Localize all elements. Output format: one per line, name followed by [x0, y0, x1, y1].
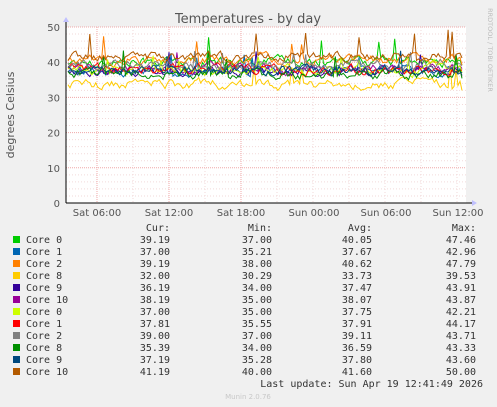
- y-tick-label: 0: [54, 199, 60, 210]
- legend-value: 34.00: [242, 283, 272, 294]
- side-watermark: RRDTOOL / TOBI OETIKER: [486, 8, 494, 92]
- plot-area: [66, 27, 466, 203]
- legend-value: 35.00: [242, 295, 272, 306]
- legend-swatch: [13, 260, 20, 267]
- legend-value: 37.00: [242, 235, 272, 246]
- legend-value: 37.00: [242, 331, 272, 342]
- x-tick-label: Sun 00:00: [288, 208, 339, 219]
- legend-value: 35.00: [242, 307, 272, 318]
- legend-value: 42.21: [446, 307, 476, 318]
- x-tick-label: Sat 18:00: [217, 208, 265, 219]
- legend-series-name: Core 0: [26, 307, 62, 318]
- last-update-text: Last update: Sun Apr 19 12:41:49 2026: [260, 379, 483, 390]
- legend-value: 34.00: [242, 343, 272, 354]
- legend-swatch: [13, 296, 20, 303]
- y-axis-label: degrees Celsius: [4, 71, 17, 158]
- legend-value: 40.05: [342, 235, 372, 246]
- x-tick-label: Sun 06:00: [360, 208, 411, 219]
- legend-series-name: Core 9: [26, 355, 62, 366]
- legend-value: 43.91: [446, 283, 476, 294]
- legend-swatch: [13, 284, 20, 291]
- legend-value: 39.11: [342, 331, 372, 342]
- legend-value: 35.21: [242, 247, 272, 258]
- legend-value: 43.87: [446, 295, 476, 306]
- legend-value: 37.00: [140, 307, 170, 318]
- legend-value: 36.19: [140, 283, 170, 294]
- legend-swatch: [13, 356, 20, 363]
- legend-swatch: [13, 344, 20, 351]
- legend-value: 37.19: [140, 355, 170, 366]
- legend-value: 39.19: [140, 235, 170, 246]
- legend-series-name: Core 1: [26, 247, 62, 258]
- legend-swatch: [13, 248, 20, 255]
- legend-swatch: [13, 368, 20, 375]
- temperature-chart: 0 10 20 30 40 50 Sat 06:00 Sat 12:00 Sat 18:00 S…: [0, 0, 497, 407]
- legend-series-name: Core 9: [26, 283, 62, 294]
- legend-value: 30.29: [242, 271, 272, 282]
- legend-value: 47.79: [446, 259, 476, 270]
- legend-series-name: Core 8: [26, 271, 62, 282]
- y-tick-label: 50: [47, 23, 60, 34]
- legend-value: 39.00: [140, 331, 170, 342]
- legend-value: 40.00: [242, 367, 272, 378]
- legend-series-name: Core 2: [26, 259, 62, 270]
- legend-value: 33.73: [342, 271, 372, 282]
- legend-value: 47.46: [446, 235, 476, 246]
- legend-header: Avg:: [348, 223, 372, 234]
- legend-value: 38.07: [342, 295, 372, 306]
- legend-series-name: Core 10: [26, 367, 68, 378]
- y-tick-label: 30: [47, 93, 60, 104]
- legend-value: 44.17: [446, 319, 476, 330]
- legend-value: 43.71: [446, 331, 476, 342]
- legend-value: 43.33: [446, 343, 476, 354]
- x-tick-label: Sat 12:00: [145, 208, 193, 219]
- legend-value: 40.62: [342, 259, 372, 270]
- legend-value: 41.19: [140, 367, 170, 378]
- legend-series-name: Core 2: [26, 331, 62, 342]
- legend-value: 37.00: [140, 247, 170, 258]
- legend-swatch: [13, 332, 20, 339]
- munin-version-footer: Munin 2.0.76: [225, 393, 271, 401]
- legend-series-name: Core 1: [26, 319, 62, 330]
- legend-series-name: Core 8: [26, 343, 62, 354]
- legend-value: 42.96: [446, 247, 476, 258]
- chart-title: Temperatures - by day: [174, 12, 321, 27]
- legend-series-name: Core 10: [26, 295, 68, 306]
- legend-value: 35.55: [242, 319, 272, 330]
- legend-swatch: [13, 272, 20, 279]
- legend-header: Max:: [452, 223, 476, 234]
- legend-value: 38.19: [140, 295, 170, 306]
- legend-value: 50.00: [446, 367, 476, 378]
- legend-value: 32.00: [140, 271, 170, 282]
- x-tick-label: Sun 12:00: [432, 208, 483, 219]
- legend-value: 36.59: [342, 343, 372, 354]
- legend-header: Cur:: [146, 223, 170, 234]
- legend-value: 39.19: [140, 259, 170, 270]
- legend-value: 37.75: [342, 307, 372, 318]
- legend-value: 39.53: [446, 271, 476, 282]
- legend-swatch: [13, 236, 20, 243]
- legend-swatch: [13, 308, 20, 315]
- legend-value: 37.91: [342, 319, 372, 330]
- legend-swatch: [13, 320, 20, 327]
- legend-header: Min:: [248, 223, 272, 234]
- legend-series-name: Core 0: [26, 235, 62, 246]
- y-tick-label: 20: [47, 129, 60, 140]
- legend-value: 35.39: [140, 343, 170, 354]
- legend-value: 37.81: [140, 319, 170, 330]
- legend-value: 43.60: [446, 355, 476, 366]
- y-tick-label: 40: [47, 58, 60, 69]
- y-tick-label: 10: [47, 164, 60, 175]
- legend-value: 37.67: [342, 247, 372, 258]
- legend-value: 37.80: [342, 355, 372, 366]
- x-tick-label: Sat 06:00: [73, 208, 121, 219]
- legend-value: 38.00: [242, 259, 272, 270]
- legend-value: 41.60: [342, 367, 372, 378]
- legend-value: 35.28: [242, 355, 272, 366]
- legend-value: 37.47: [342, 283, 372, 294]
